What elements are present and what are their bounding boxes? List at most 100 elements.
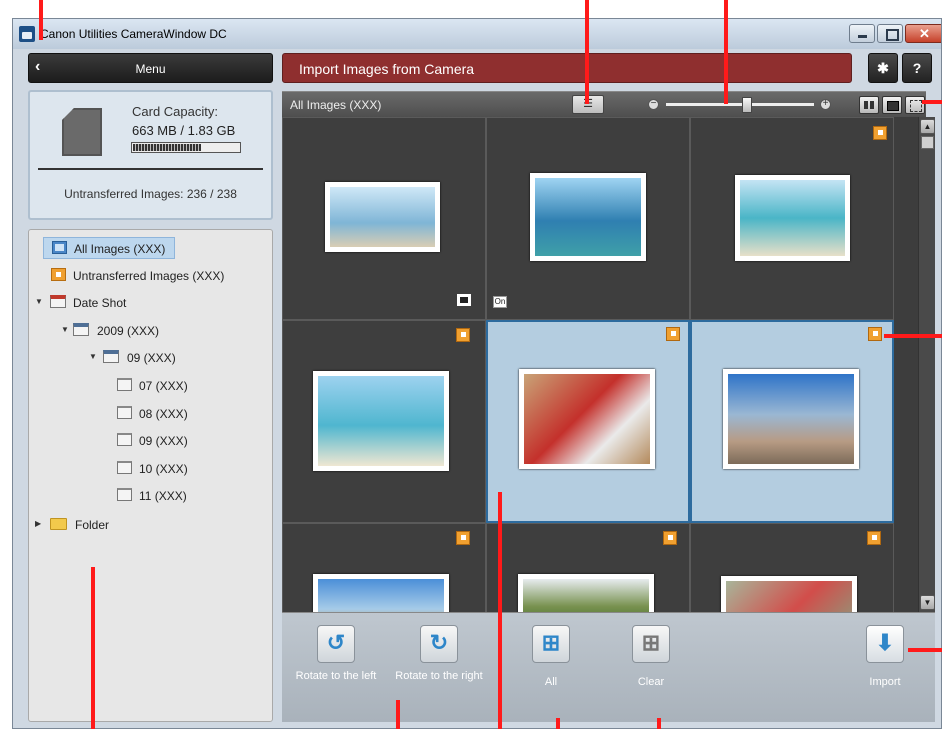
page-header: Import Images from Camera: [282, 53, 852, 83]
photo-thumbnail[interactable]: [325, 182, 440, 252]
untransferred-badge-icon: [663, 531, 677, 545]
photo-thumbnail[interactable]: [519, 369, 655, 469]
maximize-button[interactable]: [877, 24, 903, 43]
tree-item-all-images[interactable]: All Images (XXX): [43, 237, 175, 259]
app-window: Canon Utilities CameraWindow DC ‹ Menu C…: [12, 18, 942, 729]
menu-button[interactable]: ‹ Menu: [28, 53, 273, 83]
full-screen-button[interactable]: [905, 96, 925, 114]
photo-thumbnail[interactable]: [530, 173, 646, 261]
untransferred-icon: [51, 268, 66, 281]
card-capacity-meter: [131, 142, 241, 153]
expand-arrow-icon[interactable]: ▼: [35, 297, 43, 306]
zoom-slider-thumb[interactable]: [742, 97, 753, 113]
callout-line: [657, 718, 661, 729]
action-label: All: [544, 676, 558, 688]
zoom-out-icon[interactable]: −: [648, 99, 659, 110]
tree-item-date-shot[interactable]: ▼ Date Shot: [33, 292, 253, 314]
tree-item-year[interactable]: ▼ 2009 (XXX): [59, 320, 249, 342]
photo-thumbnail[interactable]: [721, 576, 857, 612]
image-cell[interactable]: [690, 523, 894, 612]
image-cell[interactable]: [282, 320, 486, 523]
untransferred-count: Untransferred Images: 236 / 238: [64, 187, 237, 201]
zoom-in-icon[interactable]: +: [820, 99, 831, 110]
photo-thumbnail[interactable]: [313, 371, 449, 471]
app-camera-icon: [19, 26, 35, 42]
rotate-left-action[interactable]: ↺ Rotate to the left: [286, 625, 386, 684]
image-cell-selected[interactable]: [690, 320, 894, 523]
rotate-left-icon[interactable]: ↺: [317, 625, 355, 663]
tree-item-label: All Images (XXX): [74, 242, 166, 256]
tree-item-untransferred[interactable]: Untransferred Images (XXX): [43, 265, 263, 287]
settings-button[interactable]: ✱: [868, 53, 898, 83]
folder-icon: [50, 518, 67, 530]
tree-item-label: Date Shot: [73, 296, 127, 310]
single-view-button[interactable]: [882, 96, 902, 114]
scroll-up-icon[interactable]: ▲: [920, 119, 935, 134]
tree-item-day[interactable]: 11 (XXX): [115, 485, 245, 507]
photo-thumbnail[interactable]: [723, 369, 859, 469]
zoom-slider-track[interactable]: [666, 103, 814, 106]
page-title: Import Images from Camera: [299, 61, 475, 77]
all-images-icon: [52, 241, 67, 254]
calendar-day-icon: [117, 378, 132, 391]
tree-item-day[interactable]: 07 (XXX): [115, 375, 245, 397]
rotate-right-action[interactable]: ↻ Rotate to the right: [389, 625, 489, 684]
view-toolbar: All Images (XXX) ☰ − +: [282, 91, 926, 117]
expand-arrow-icon[interactable]: ▼: [61, 325, 69, 334]
tree-item-month[interactable]: ▼ 09 (XXX): [87, 347, 247, 369]
callout-line: [922, 100, 942, 104]
import-action[interactable]: ⬇ Import: [835, 625, 935, 690]
image-cell[interactable]: [486, 523, 690, 612]
clear-selection-action[interactable]: ⊞ Clear: [601, 625, 701, 690]
untransferred-badge-icon: [456, 531, 470, 545]
image-cell[interactable]: [690, 117, 894, 320]
select-all-icon[interactable]: ⊞: [532, 625, 570, 663]
protect-icon: On: [493, 296, 507, 308]
callout-line: [498, 492, 502, 729]
calendar-day-icon: [117, 461, 132, 474]
tree-item-label: Folder: [75, 518, 110, 532]
calendar-day-icon: [117, 433, 132, 446]
card-capacity-label: Card Capacity:: [132, 104, 218, 119]
image-cell[interactable]: [282, 117, 486, 320]
untransferred-badge-icon: [868, 327, 882, 341]
callout-line: [585, 0, 589, 104]
tree-item-label: 10 (XXX): [139, 462, 188, 476]
card-capacity-meter-fill: [133, 144, 201, 151]
menu-label: Menu: [135, 62, 166, 76]
import-icon[interactable]: ⬇: [866, 625, 904, 663]
photo-thumbnail[interactable]: [518, 574, 654, 612]
photo-thumbnail[interactable]: [735, 175, 850, 261]
tree-item-label: Untransferred Images (XXX): [73, 269, 225, 283]
tree-item-day[interactable]: 10 (XXX): [115, 458, 245, 480]
callout-line: [908, 648, 942, 652]
clear-selection-icon[interactable]: ⊞: [632, 625, 670, 663]
tree-item-label: 2009 (XXX): [97, 324, 160, 338]
select-all-action[interactable]: ⊞ All: [501, 625, 601, 690]
tree-item-day[interactable]: 08 (XXX): [115, 403, 245, 425]
tree-item-folder[interactable]: ▶ Folder: [33, 514, 183, 536]
thumbnail-view-button[interactable]: [859, 96, 879, 114]
callout-line: [39, 0, 43, 40]
help-button[interactable]: ?: [902, 53, 932, 83]
untransferred-badge-icon: [873, 126, 887, 140]
image-cell-selected[interactable]: [486, 320, 690, 523]
scroll-down-icon[interactable]: ▼: [920, 595, 935, 610]
photo-thumbnail[interactable]: [313, 574, 449, 612]
expand-arrow-icon[interactable]: ▼: [89, 352, 97, 361]
untransferred-badge-icon: [456, 328, 470, 342]
action-label: Rotate to the left: [295, 670, 377, 682]
divider: [38, 168, 263, 170]
scroll-thumb[interactable]: [921, 136, 934, 149]
vertical-scrollbar[interactable]: ▲ ▼: [918, 117, 935, 612]
callout-line: [556, 718, 560, 729]
image-cell[interactable]: [282, 523, 486, 612]
rotate-right-icon[interactable]: ↻: [420, 625, 458, 663]
close-button[interactable]: [905, 24, 941, 43]
image-cell[interactable]: On: [486, 117, 690, 320]
expand-arrow-icon[interactable]: ▶: [35, 519, 41, 528]
untransferred-badge-icon: [666, 327, 680, 341]
minimize-button[interactable]: [849, 24, 875, 43]
title-bar: Canon Utilities CameraWindow DC: [13, 19, 941, 49]
tree-item-day[interactable]: 09 (XXX): [115, 430, 245, 452]
